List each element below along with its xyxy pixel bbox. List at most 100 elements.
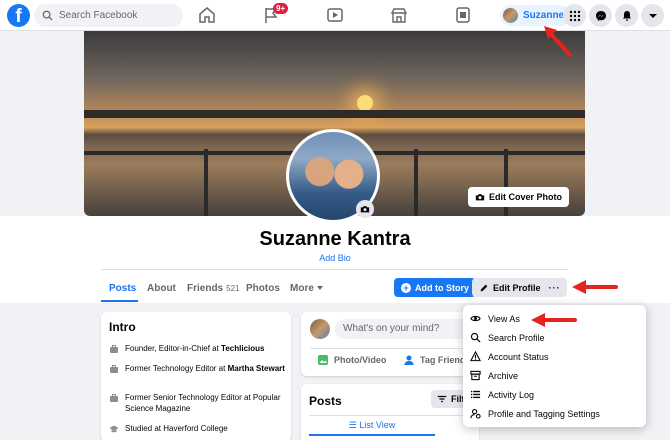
notification-badge: 9+ xyxy=(273,3,289,14)
chevron-down-icon xyxy=(316,286,323,291)
menu-item-view-as[interactable]: View As xyxy=(470,313,520,324)
friends-count: 521 xyxy=(226,284,240,293)
annotation-arrow-icon xyxy=(544,26,572,57)
list-icon: ☰ xyxy=(348,420,360,430)
photo-video-label: Photo/Video xyxy=(334,355,387,365)
edit-profile-label: Edit Profile xyxy=(493,282,541,293)
warning-icon xyxy=(470,351,481,362)
home-icon[interactable] xyxy=(197,6,217,24)
search-placeholder: Search Facebook xyxy=(59,10,138,21)
tab-posts[interactable]: Posts xyxy=(109,283,136,294)
menu-item-label: Profile and Tagging Settings xyxy=(488,408,600,419)
ellipsis-icon: ··· xyxy=(548,282,561,293)
activity-log-icon xyxy=(470,390,481,399)
messenger-icon xyxy=(595,10,606,21)
search-input[interactable]: Search Facebook xyxy=(34,4,183,27)
menu-item-label: Account Status xyxy=(488,351,549,362)
posts-card: Posts Filte ☰ List View xyxy=(301,384,479,440)
watch-icon[interactable] xyxy=(325,6,345,24)
intro-item: Former Technology Editor at Martha Stewa… xyxy=(109,363,287,374)
railing-post xyxy=(414,149,418,216)
intro-item: Former Senior Technology Editor at Popul… xyxy=(109,392,287,414)
photo-icon xyxy=(318,355,328,365)
intro-text: Founder, Editor-in-Chief at xyxy=(125,344,222,353)
archive-icon xyxy=(470,370,481,381)
intro-text: Studied at Haverford College xyxy=(125,424,228,433)
list-view-label: List View xyxy=(359,420,396,430)
tab-label: Posts xyxy=(109,283,137,294)
intro-title: Intro xyxy=(109,320,136,334)
tab-label: Friends xyxy=(187,283,224,294)
intro-text: Former Technology Editor at xyxy=(125,364,228,373)
annotation-arrow-icon xyxy=(572,280,618,294)
edit-cover-photo-label: Edit Cover Photo xyxy=(488,192,562,202)
add-to-story-label: Add to Story xyxy=(415,282,469,293)
briefcase-icon xyxy=(110,365,118,373)
list-view-tab[interactable]: ☰ List View xyxy=(309,420,435,431)
camera-icon xyxy=(475,194,485,201)
tab-label: Photos xyxy=(246,283,280,294)
add-to-story-button[interactable]: + Add to Story xyxy=(394,278,476,297)
menu-item-archive[interactable]: Archive xyxy=(470,370,518,381)
update-profile-picture-button[interactable] xyxy=(356,200,374,218)
divider xyxy=(309,415,471,416)
menu-item-profile-tagging-settings[interactable]: Profile and Tagging Settings xyxy=(470,408,600,419)
graduation-cap-icon xyxy=(109,425,119,433)
gaming-icon[interactable] xyxy=(453,6,473,24)
settings-gear-icon xyxy=(470,409,481,419)
tab-more[interactable]: More xyxy=(290,283,323,294)
briefcase-icon xyxy=(110,345,118,353)
menu-item-label: Activity Log xyxy=(488,389,535,400)
tab-friends[interactable]: Friends 521 xyxy=(187,283,239,294)
shoreline xyxy=(84,110,585,118)
account-menu-button[interactable] xyxy=(641,4,664,27)
intro-item: Studied at Haverford College xyxy=(109,423,287,434)
intro-item: Founder, Editor-in-Chief at Techlicious xyxy=(109,343,287,354)
menu-item-label: Archive xyxy=(488,370,519,381)
plus-icon: + xyxy=(401,282,411,293)
avatar xyxy=(310,319,330,339)
search-icon xyxy=(470,332,481,343)
menu-item-activity-log[interactable]: Activity Log xyxy=(470,389,534,400)
chevron-down-icon xyxy=(648,13,657,18)
photo-video-button[interactable]: Photo/Video xyxy=(317,354,386,366)
intro-link[interactable]: Martha Stewart xyxy=(228,364,285,373)
active-tab-indicator xyxy=(309,434,435,436)
profile-shortcut-name: Suzanne xyxy=(523,10,565,21)
avatar xyxy=(503,8,518,23)
tab-about[interactable]: About xyxy=(147,283,176,294)
marketplace-icon[interactable] xyxy=(389,6,409,24)
divider xyxy=(310,348,470,349)
edit-cover-photo-button[interactable]: Edit Cover Photo xyxy=(467,187,569,207)
intro-text: Former Senior Technology Editor at Popul… xyxy=(125,393,281,413)
menu-item-label: View As xyxy=(488,313,520,324)
profile-name: Suzanne Kantra xyxy=(259,228,411,250)
tag-friends-icon xyxy=(404,355,414,365)
add-bio-link[interactable]: Add Bio xyxy=(0,253,670,263)
annotation-arrow-icon xyxy=(531,313,577,327)
pencil-icon xyxy=(480,284,488,291)
sunset-sun xyxy=(357,95,373,111)
bell-icon xyxy=(622,10,631,21)
search-icon xyxy=(42,10,53,21)
intro-card: Intro Founder, Editor-in-Chief at Techli… xyxy=(101,312,291,440)
tag-friends-button[interactable]: Tag Friends xyxy=(403,354,470,366)
messenger-button[interactable] xyxy=(589,4,612,27)
menu-item-account-status[interactable]: Account Status xyxy=(470,351,549,362)
railing-post xyxy=(204,149,208,216)
edit-profile-button[interactable]: Edit Profile xyxy=(472,278,548,297)
filter-icon xyxy=(437,395,447,403)
facebook-logo-icon[interactable]: f xyxy=(7,4,30,27)
eye-icon xyxy=(470,315,481,322)
profile-shortcut-button[interactable]: Suzanne xyxy=(500,5,571,26)
active-tab-indicator xyxy=(101,300,138,302)
tab-label: More xyxy=(290,283,314,294)
tab-photos[interactable]: Photos xyxy=(246,283,280,294)
whats-on-your-mind-input[interactable]: What's on your mind? xyxy=(335,319,473,339)
post-composer: What's on your mind? Photo/Video Tag Fri… xyxy=(301,312,479,376)
menu-item-search-profile[interactable]: Search Profile xyxy=(470,332,545,343)
divider xyxy=(101,269,568,270)
more-options-button[interactable]: ··· xyxy=(542,278,567,297)
notifications-button[interactable] xyxy=(615,4,638,27)
intro-link[interactable]: Techlicious xyxy=(221,344,264,353)
